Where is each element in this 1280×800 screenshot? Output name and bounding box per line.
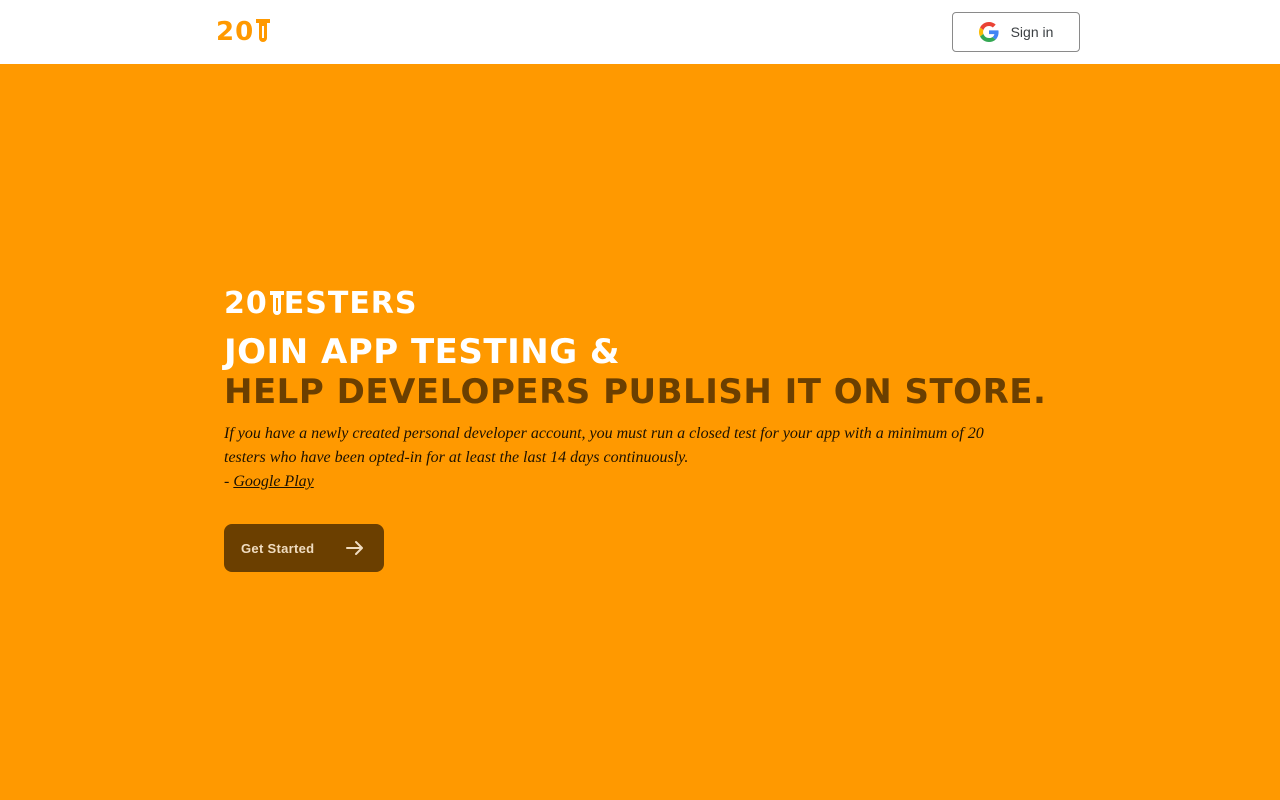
brand-word: ESTERS: [283, 286, 418, 321]
arrow-right-icon: [346, 541, 363, 555]
logo-number: 20: [216, 17, 255, 47]
test-tube-icon: [269, 291, 284, 315]
brand-logo: 20 ESTERS: [224, 288, 1064, 320]
sign-in-label: Sign in: [1010, 24, 1054, 40]
google-sign-in-button[interactable]: Sign in: [952, 12, 1080, 52]
page-title: Join App Testing & Help Developers publi…: [224, 332, 1064, 412]
get-started-label: Get Started: [241, 540, 315, 556]
hero-section: 20 ESTERS Join App Testing & Help Develo…: [224, 288, 1064, 572]
brand-number: 20: [224, 286, 268, 321]
test-tube-icon: [256, 19, 271, 42]
top-header: 20 Sign in: [0, 0, 1280, 64]
google-play-link[interactable]: Google Play: [233, 473, 313, 490]
headline-line-2: Help Developers publish it on store.: [224, 372, 1047, 412]
policy-quote: If you have a newly created personal dev…: [224, 422, 1024, 494]
google-icon: [978, 22, 999, 42]
get-started-button[interactable]: Get Started: [224, 524, 384, 572]
quote-text: If you have a newly created personal dev…: [224, 425, 984, 466]
site-logo[interactable]: 20: [216, 17, 271, 47]
headline-line-1: Join App Testing &: [224, 332, 621, 372]
quote-prefix: -: [224, 473, 234, 490]
